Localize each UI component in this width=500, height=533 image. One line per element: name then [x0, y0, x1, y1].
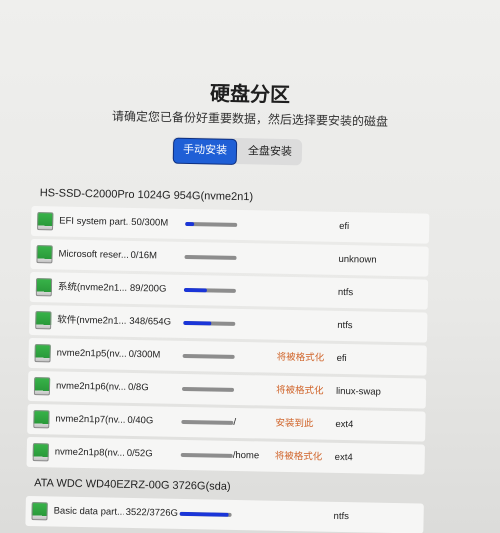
partition-status: 安装到此 — [275, 417, 314, 430]
drive-icon — [33, 410, 50, 429]
filesystem-type: ntfs — [337, 319, 353, 332]
usage-bar-fill — [179, 511, 230, 517]
usage-bar-fill — [183, 320, 211, 326]
partition-status — [278, 277, 334, 278]
mount-point — [236, 309, 272, 310]
filesystem-type: ext4 — [335, 418, 354, 431]
drive-icon — [37, 212, 54, 231]
installer-window: 硬盘分区 请确定您已备份好重要数据，然后选择要安装的磁盘 手动安装 全盘安装 H… — [0, 0, 500, 533]
partition-name: 软件(nvme2n1... — [57, 314, 127, 327]
partition-size: 348/654G — [129, 315, 172, 328]
mount-point: / — [233, 416, 237, 428]
filesystem-type: ntfs — [333, 510, 350, 523]
partition-row[interactable]: Microsoft reser... 0/16M unknown — [30, 238, 429, 277]
usage-bar — [183, 287, 236, 293]
partition-size: 0/16M — [130, 249, 158, 262]
mount-point — [237, 210, 273, 211]
drive-icon — [32, 443, 49, 462]
partition-list: HS-SSD-C2000Pro 1024G 954G(nvme2n1) EFI s… — [25, 180, 430, 533]
partition-row[interactable]: 软件(nvme2n1... 348/654G ntfs — [29, 304, 428, 343]
manual-install-button[interactable]: 手动安装 — [172, 137, 238, 165]
usage-bar — [184, 254, 237, 260]
partition-row[interactable]: nvme2n1p6(nv... 0/8G 将被格式化 linux-swap — [27, 370, 427, 409]
partition-name: 系统(nvme2n1... — [57, 281, 128, 294]
partition-row[interactable]: nvme2n1p8(nv... 0/52G/home 将被格式化 ext4 — [26, 436, 425, 475]
partition-name: nvme2n1p8(nv... — [54, 446, 125, 459]
partition-row[interactable]: nvme2n1p7(nv... 0/40G / 安装到此 ext4 — [27, 403, 426, 442]
mount-point — [234, 375, 270, 376]
install-mode-switch: 手动安装 全盘安装 — [171, 136, 303, 166]
filesystem-type: unknown — [338, 253, 377, 266]
mount-point — [232, 500, 268, 501]
drive-icon — [35, 278, 53, 297]
partition-row[interactable]: nvme2n1p5(nv... 0/300M 将被格式化 efi — [28, 337, 427, 376]
filesystem-type: ntfs — [337, 286, 354, 299]
usage-bar — [185, 221, 238, 227]
partition-size: 89/200G — [129, 282, 167, 295]
partition-name: nvme2n1p5(nv... — [56, 347, 127, 360]
partition-status — [278, 310, 334, 311]
filesystem-type: efi — [336, 352, 347, 365]
partition-status — [279, 211, 335, 212]
partition-status: 将被格式化 — [275, 384, 324, 397]
filesystem-type: ext4 — [334, 451, 353, 464]
drive-icon — [36, 245, 53, 264]
usage-bar — [182, 353, 235, 359]
partition-size: 0/8G — [127, 381, 149, 394]
partition-status — [274, 501, 330, 502]
usage-bar — [181, 419, 234, 425]
partition-row[interactable]: EFI system part... 50/300M efi — [30, 205, 430, 244]
usage-bar — [181, 386, 235, 392]
usage-bar-fill — [185, 221, 195, 227]
partition-size: 50/300M — [131, 216, 169, 229]
partition-name: Basic data part... — [53, 505, 124, 518]
usage-bar — [180, 452, 233, 458]
partition-name: Microsoft reser... — [58, 248, 129, 261]
usage-bar-fill — [183, 287, 208, 293]
partition-status: 将被格式化 — [274, 450, 323, 463]
partition-row[interactable]: 系统(nvme2n1... 89/200G ntfs — [29, 271, 429, 310]
drive-icon — [35, 311, 52, 330]
filesystem-type: efi — [339, 220, 350, 233]
partition-status: 将被格式化 — [276, 351, 325, 364]
partition-name: EFI system part... — [59, 215, 130, 228]
usage-bar — [179, 511, 232, 517]
partition-row[interactable]: Basic data part... 3522/3726G ntfs — [25, 495, 424, 533]
drive-icon — [31, 502, 48, 521]
mount-point — [236, 276, 272, 277]
filesystem-type: linux-swap — [335, 385, 381, 398]
partition-name: nvme2n1p6(nv... — [55, 380, 127, 393]
mount-point — [235, 342, 271, 343]
partition-size: 3522/3726G — [125, 506, 179, 519]
drive-icon — [33, 377, 51, 396]
partition-size: 0/300M — [128, 348, 161, 361]
drive-icon — [34, 344, 51, 363]
partition-status — [279, 244, 335, 245]
full-disk-install-button[interactable]: 全盘安装 — [239, 139, 301, 164]
partition-size: 0/52G — [126, 447, 153, 460]
usage-bar — [183, 320, 236, 326]
mount-point: /home — [232, 449, 260, 462]
partition-size: 0/40G — [127, 414, 154, 427]
mount-point — [237, 243, 273, 244]
partition-name: nvme2n1p7(nv... — [55, 413, 126, 426]
